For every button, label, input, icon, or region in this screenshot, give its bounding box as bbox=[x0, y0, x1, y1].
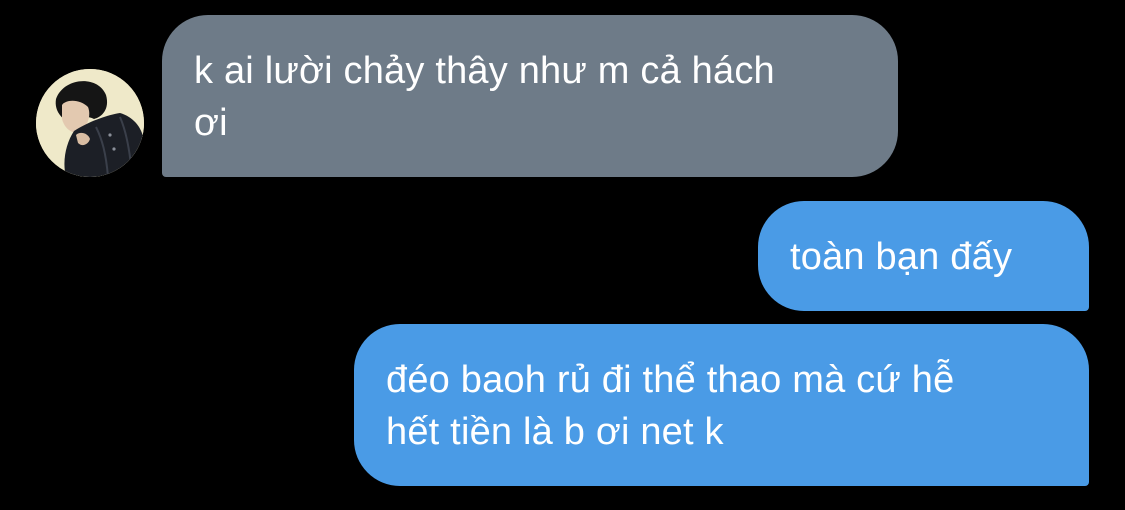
message-text-line: ơi bbox=[194, 102, 228, 144]
sender-avatar[interactable] bbox=[36, 69, 144, 177]
outgoing-message-bubble[interactable]: đéo baoh rủ đi thể thao mà cứ hễ hết tiề… bbox=[354, 324, 1089, 486]
message-text-line: đéo baoh rủ đi thể thao mà cứ hễ bbox=[386, 359, 955, 401]
message-text-line: toàn bạn đấy bbox=[790, 236, 1013, 278]
message-text-line: hết tiền là b ơi net k bbox=[386, 411, 724, 453]
avatar-photo-icon bbox=[36, 69, 144, 177]
incoming-message-bubble[interactable]: k ai lười chảy thây như m cả hách ơi bbox=[162, 15, 898, 177]
message-text-line: k ai lười chảy thây như m cả hách bbox=[194, 50, 775, 92]
message-thread: k ai lười chảy thây như m cả hách ơi toà… bbox=[0, 0, 1125, 510]
outgoing-message-bubble[interactable]: toàn bạn đấy bbox=[758, 201, 1089, 311]
